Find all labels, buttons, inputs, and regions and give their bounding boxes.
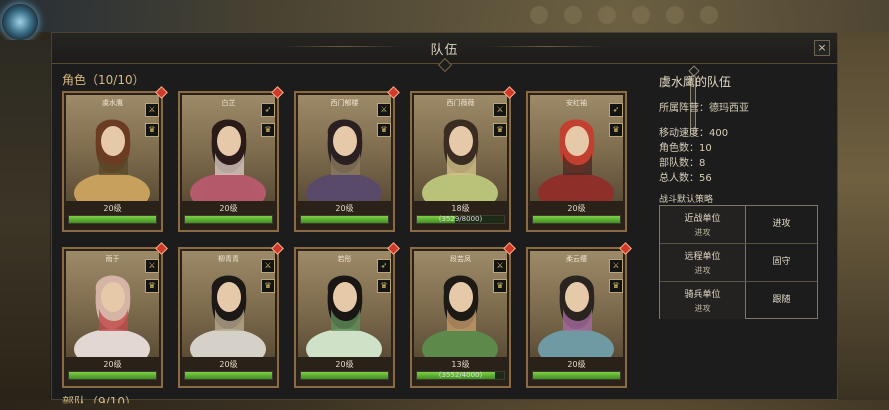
character-card[interactable]: 柔云缨 ⚔ ♛ 20级 xyxy=(526,242,632,388)
xp-text: (3552/4000) xyxy=(438,371,483,379)
xp-bar-fill xyxy=(301,372,388,379)
strategy-row-cavalry: 骑兵单位 进攻 跟随 xyxy=(660,282,817,319)
melee-unit-label: 近战单位 xyxy=(684,214,721,224)
roles-section-label: 角色（10/10） xyxy=(62,73,145,87)
character-level: 20级 xyxy=(103,360,122,369)
crown-icon[interactable]: ♛ xyxy=(261,123,275,137)
strategy-table: 近战单位 进攻 进攻 远程单位 进攻 固守 骑兵单位 进攻 跟随 xyxy=(659,205,818,319)
cavalry-unit-stance: 进攻 xyxy=(694,304,711,313)
background-hud-icons xyxy=(530,6,718,24)
character-level: 20级 xyxy=(335,204,354,213)
character-level: 20级 xyxy=(103,204,122,213)
xp-bar xyxy=(184,371,273,380)
crown-icon[interactable]: ♛ xyxy=(377,123,391,137)
character-level: 13级 xyxy=(451,360,470,369)
background-top-bar xyxy=(0,0,889,32)
header-ornament-right xyxy=(487,46,607,47)
character-card[interactable]: 段芸凤 ⚔ ♛ 13级 (3552/4000) xyxy=(410,242,516,388)
cavalry-action-button[interactable]: 跟随 xyxy=(746,282,817,319)
crown-icon[interactable]: ♛ xyxy=(493,279,507,293)
character-level: 20级 xyxy=(219,204,238,213)
crown-icon[interactable]: ♛ xyxy=(145,123,159,137)
cavalry-unit-label: 骑兵单位 xyxy=(684,290,721,300)
crown-icon[interactable]: ♛ xyxy=(377,279,391,293)
character-level: 20级 xyxy=(567,204,586,213)
melee-unit-stance: 进攻 xyxy=(694,228,711,237)
faction-text: 所属阵营：德玛西亚 xyxy=(659,103,749,114)
xp-bar xyxy=(300,371,389,380)
character-card[interactable]: 白芷 ➶ ♛ 20级 xyxy=(178,86,284,232)
xp-bar xyxy=(184,215,273,224)
total-count-text: 总人数：56 xyxy=(659,173,712,184)
xp-bar-fill xyxy=(533,216,620,223)
bow-icon[interactable]: ➶ xyxy=(377,259,391,273)
close-button[interactable]: × xyxy=(814,40,830,56)
character-card[interactable]: 安红袖 ➶ ♛ 20级 xyxy=(526,91,627,232)
xp-bar-fill xyxy=(533,372,620,379)
xp-bar xyxy=(68,371,157,380)
window-title: 队伍 xyxy=(430,43,459,58)
character-card[interactable]: 西门郁楼 ⚔ ♛ 20级 xyxy=(294,86,400,232)
xp-text: (3529/8000) xyxy=(438,215,483,223)
xp-bar: (3552/4000) xyxy=(416,371,505,380)
xp-bar xyxy=(68,215,157,224)
troop-count-text: 部队数：8 xyxy=(659,158,706,169)
xp-bar: (3529/8000) xyxy=(416,215,505,224)
background-right xyxy=(838,32,889,400)
minimap-orb-icon xyxy=(2,4,38,40)
sword-icon[interactable]: ⚔ xyxy=(145,103,159,117)
move-speed-text: 移动速度：400 xyxy=(659,128,729,139)
sword-icon[interactable]: ⚔ xyxy=(145,259,159,273)
character-level: 20级 xyxy=(567,360,586,369)
crown-icon[interactable]: ♛ xyxy=(609,123,623,137)
character-level: 20级 xyxy=(219,360,238,369)
character-card[interactable]: 柳青青 ⚔ ♛ 20级 xyxy=(178,242,284,388)
troops-section-label: 部队（9/10） xyxy=(62,395,137,409)
ranged-unit-stance: 进攻 xyxy=(694,266,711,275)
party-info-panel: 虞水鹰的队伍 所属阵营：德玛西亚 移动速度：400 角色数：10 部队数：8 总… xyxy=(659,73,829,209)
crown-icon[interactable]: ♛ xyxy=(493,123,507,137)
xp-bar-fill xyxy=(301,216,388,223)
sword-icon[interactable]: ⚔ xyxy=(609,259,623,273)
character-level: 20级 xyxy=(335,360,354,369)
bow-icon[interactable]: ➶ xyxy=(609,103,623,117)
crown-icon[interactable]: ♛ xyxy=(609,279,623,293)
sword-icon[interactable]: ⚔ xyxy=(261,259,275,273)
ranged-unit-label: 远程单位 xyxy=(684,252,721,262)
xp-bar-fill xyxy=(185,372,272,379)
party-window: 队伍 × 角色（10/10） 虞水鹰 ⚔ ♛ 20级 白芷 ➶ ♛ 20级 西门郁楼 ⚔ ♛ 20级西… xyxy=(51,32,838,403)
character-card[interactable]: 虞水鹰 ⚔ ♛ 20级 xyxy=(62,86,168,232)
close-icon: × xyxy=(817,41,827,54)
strategy-row-melee: 近战单位 进攻 进攻 xyxy=(660,206,817,243)
character-card[interactable]: 若彤 ➶ ♛ 20级 xyxy=(294,242,400,388)
character-card[interactable]: 西门薇薇 ⚔ ♛ 18级 (3529/8000) xyxy=(410,86,516,232)
crown-icon[interactable]: ♛ xyxy=(145,279,159,293)
melee-action-button[interactable]: 进攻 xyxy=(746,206,817,243)
sword-icon[interactable]: ⚔ xyxy=(493,103,507,117)
strategy-title: 战斗默认策略 xyxy=(659,195,714,205)
bow-icon[interactable]: ➶ xyxy=(261,103,275,117)
role-count-text: 角色数：10 xyxy=(659,143,712,154)
xp-bar-fill xyxy=(185,216,272,223)
xp-bar xyxy=(532,215,621,224)
character-card[interactable]: 雨于 ⚔ ♛ 20级 xyxy=(62,242,168,388)
xp-bar xyxy=(300,215,389,224)
melee-unit-cell[interactable]: 近战单位 进攻 xyxy=(660,206,746,243)
xp-bar-fill xyxy=(69,216,156,223)
xp-bar xyxy=(532,371,621,380)
crown-icon[interactable]: ♛ xyxy=(261,279,275,293)
ranged-unit-cell[interactable]: 远程单位 进攻 xyxy=(660,244,746,281)
sword-icon[interactable]: ⚔ xyxy=(493,259,507,273)
strategy-row-ranged: 远程单位 进攻 固守 xyxy=(660,244,817,281)
xp-bar-fill xyxy=(69,372,156,379)
sword-icon[interactable]: ⚔ xyxy=(377,103,391,117)
background-left xyxy=(0,40,50,400)
character-level: 18级 xyxy=(451,204,470,213)
cavalry-unit-cell[interactable]: 骑兵单位 进攻 xyxy=(660,282,746,319)
party-name: 虞水鹰的队伍 xyxy=(659,75,732,89)
ranged-action-button[interactable]: 固守 xyxy=(746,244,817,281)
